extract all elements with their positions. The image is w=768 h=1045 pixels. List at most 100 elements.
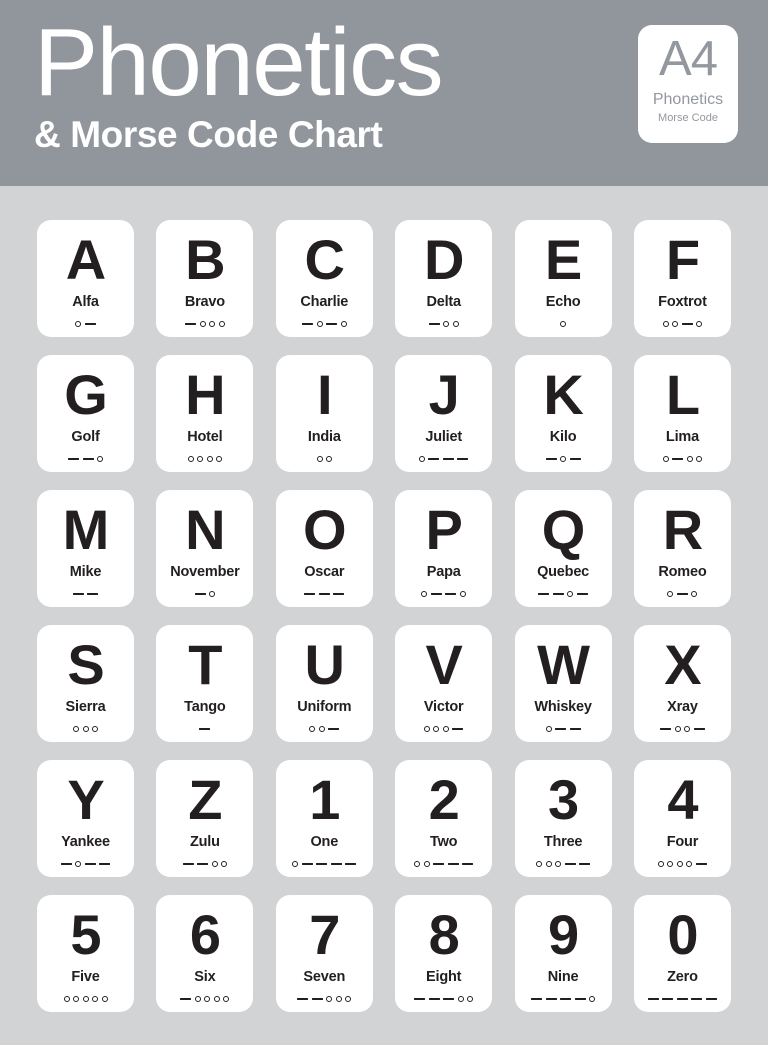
card-codeword: November [170,564,240,580]
phonetic-card[interactable]: O Oscar [275,490,373,607]
card-morse-code [538,588,588,600]
phonetic-card[interactable]: V Victor [395,625,493,742]
card-letter: K [543,363,583,426]
morse-dot-icon [536,861,543,867]
morse-dot-icon [75,861,82,867]
card-codeword: Yankee [61,834,110,850]
phonetic-card[interactable]: 7 Seven [275,895,373,1012]
card-morse-code [545,453,581,465]
card-morse-code [421,588,466,600]
phonetic-card[interactable]: 2 Two [395,760,493,877]
phonetic-card[interactable]: K Kilo [514,355,612,472]
phonetic-card[interactable]: 8 Eight [395,895,493,1012]
morse-dash-icon [681,322,693,326]
card-letter: 5 [70,903,101,966]
phonetic-card[interactable]: 4 Four [633,760,731,877]
morse-dot-icon [662,321,669,327]
card-morse-code [187,453,223,465]
phonetic-card[interactable]: D Delta [395,220,493,337]
phonetic-card[interactable]: 6 Six [156,895,254,1012]
phonetic-card[interactable]: Q Quebec [514,490,612,607]
phonetic-card[interactable]: 0 Zero [633,895,731,1012]
card-codeword: Three [543,834,583,850]
phonetic-card[interactable]: R Romeo [633,490,731,607]
phonetic-card[interactable]: B Bravo [156,220,254,337]
badge-format-code: A4 [659,32,718,86]
card-letter: H [185,363,225,426]
phonetic-card[interactable]: A Alfa [37,220,134,337]
phonetic-card[interactable]: L Lima [633,355,731,472]
morse-dot-icon [657,861,664,867]
card-codeword: Romeo [658,564,707,580]
morse-dot-icon [696,456,703,462]
phonetic-card[interactable]: E Echo [514,220,612,337]
phonetic-card[interactable]: 1 One [275,760,373,877]
phonetic-card[interactable]: I India [275,355,373,472]
phonetic-card[interactable]: J Juliet [395,355,493,472]
morse-dash-icon [60,862,72,866]
card-letter: C [304,228,345,291]
card-letter: F [665,228,700,291]
morse-dash-icon [428,322,440,326]
morse-dash-icon [328,727,340,731]
phonetic-card[interactable]: 9 Nine [514,895,612,1012]
phonetic-card[interactable]: M Mike [37,490,134,607]
morse-dot-icon [213,996,220,1002]
morse-dash-icon [676,592,688,596]
morse-dot-icon [676,861,683,867]
card-codeword: Hotel [187,429,223,445]
header-title-group: Phonetics & Morse Code Chart [34,14,634,156]
card-letter: 0 [667,903,698,966]
card-morse-code [297,993,352,1005]
card-morse-code [647,993,717,1005]
morse-dash-icon [345,862,357,866]
phonetic-card[interactable]: H Hotel [156,355,254,472]
phonetic-card[interactable]: W Whiskey [514,625,612,742]
card-morse-code [414,993,474,1005]
morse-dot-icon [82,996,89,1002]
phonetic-card[interactable]: N November [156,490,254,607]
morse-dash-icon [545,997,557,1001]
phonetic-card[interactable]: 5 Five [37,895,134,1012]
page-header: Phonetics & Morse Code Chart A4 Phonetic… [0,0,768,186]
card-morse-code [60,858,111,870]
phonetic-card[interactable]: S Sierra [37,625,134,742]
badge-label-phonetics: Phonetics [652,91,724,108]
card-letter: U [304,633,345,696]
card-codeword: Quebec [537,564,590,580]
morse-dash-icon [569,457,581,461]
phonetic-card[interactable]: Y Yankee [37,760,134,877]
phonetic-card[interactable]: F Foxtrot [633,220,731,337]
card-letter: M [62,498,110,561]
morse-dash-icon [414,997,426,1001]
phonetic-card[interactable]: T Tango [156,625,254,742]
morse-dot-icon [560,321,567,327]
morse-dot-icon [433,726,440,732]
morse-dot-icon [423,861,430,867]
page-subtitle: & Morse Code Chart [34,114,383,156]
phonetic-card[interactable]: P Papa [395,490,493,607]
phonetic-card[interactable]: U Uniform [275,625,373,742]
morse-dash-icon [691,997,703,1001]
phonetic-card[interactable]: X Xray [633,625,731,742]
card-codeword: Seven [303,969,346,985]
card-morse-code [292,858,357,870]
phonetic-card[interactable]: C Charlie [275,220,373,337]
phonetic-card[interactable]: 3 Three [514,760,612,877]
card-morse-code [316,453,333,465]
card-letter: X [664,633,701,696]
morse-dash-icon [672,457,684,461]
card-letter: Z [188,768,222,831]
morse-dot-icon [345,996,352,1002]
morse-dash-icon [576,592,588,596]
phonetic-card[interactable]: G Golf [37,355,134,472]
card-codeword: Kilo [549,429,577,445]
morse-dot-icon [204,996,211,1002]
morse-dash-icon [330,862,342,866]
morse-dash-icon [84,862,96,866]
morse-dash-icon [660,727,672,731]
card-codeword: India [307,429,341,445]
phonetic-card[interactable]: Z Zulu [156,760,254,877]
card-morse-code [180,993,230,1005]
morse-dash-icon [72,592,84,596]
